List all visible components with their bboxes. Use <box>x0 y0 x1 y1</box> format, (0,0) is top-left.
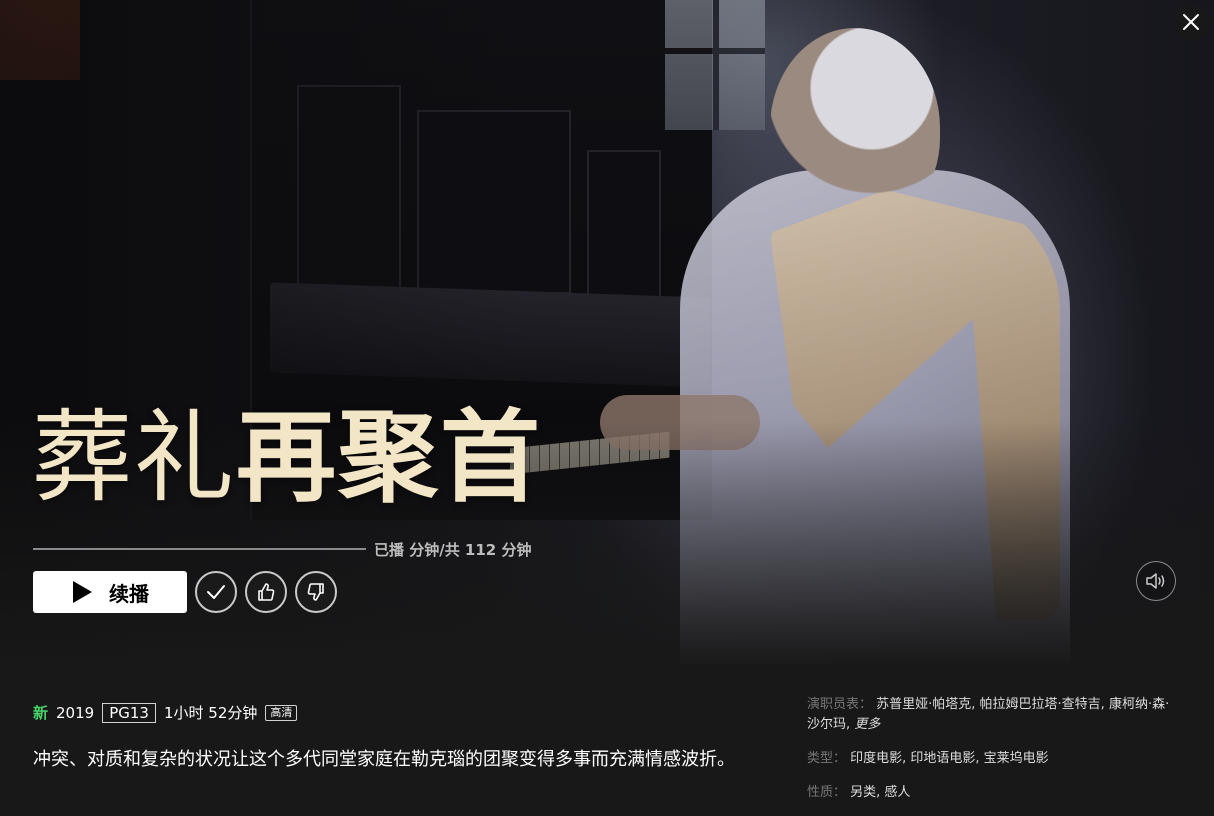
close-icon <box>1183 14 1199 30</box>
close-button[interactable] <box>1173 4 1209 40</box>
mood-value: 另类, 感人 <box>850 785 911 800</box>
like-button[interactable] <box>245 571 287 613</box>
progress-bar <box>33 548 366 550</box>
thumbs-up-icon <box>258 583 275 601</box>
title-meta: 新 2019 PG13 1小时 52分钟 高清 <box>33 702 298 723</box>
cast-row: 演职员表： 苏普里娅·帕塔克, 帕拉姆巴拉塔·查特吉, 康柯纳·森·沙尔玛, 更… <box>807 695 1177 735</box>
check-icon <box>207 585 225 599</box>
thumbs-down-icon <box>307 583 324 601</box>
title-logo: 葬礼再聚首 <box>32 398 542 517</box>
genre-row: 类型： 印度电影, 印地语电影, 宝莱坞电影 <box>807 749 1177 769</box>
cast-more-link[interactable]: 更多 <box>854 717 880 732</box>
play-icon <box>73 581 92 603</box>
quality-badge: 高清 <box>265 704 298 721</box>
mood-label: 性质： <box>807 785 847 800</box>
duration: 1小时 52分钟 <box>163 704 258 722</box>
resume-label: 续播 <box>109 581 149 606</box>
mood-row: 性质： 另类, 感人 <box>807 783 1177 803</box>
genre-value: 印度电影, 印地语电影, 宝莱坞电影 <box>850 751 1049 766</box>
synopsis: 冲突、对质和复杂的状况让这个多代同堂家庭在勒克瑙的团聚变得多事而充满情感波折。 <box>33 749 735 770</box>
release-year: 2019 <box>56 703 95 722</box>
title-part-light: 葬礼 <box>32 399 236 516</box>
maturity-rating: PG13 <box>102 702 156 723</box>
dislike-button[interactable] <box>295 571 337 613</box>
mute-button[interactable] <box>1136 561 1176 601</box>
speaker-icon <box>1146 573 1165 589</box>
progress-text: 已播 分钟/共 112 分钟 <box>374 541 532 559</box>
cast-label: 演职员表： <box>807 697 873 712</box>
add-to-list-button[interactable] <box>195 571 237 613</box>
resume-button[interactable]: 续播 <box>33 571 187 613</box>
new-badge: 新 <box>33 704 49 722</box>
window-light <box>665 0 765 130</box>
pianist-head <box>770 28 940 228</box>
genre-label: 类型： <box>807 751 847 766</box>
title-part-bold: 再聚首 <box>236 398 542 516</box>
